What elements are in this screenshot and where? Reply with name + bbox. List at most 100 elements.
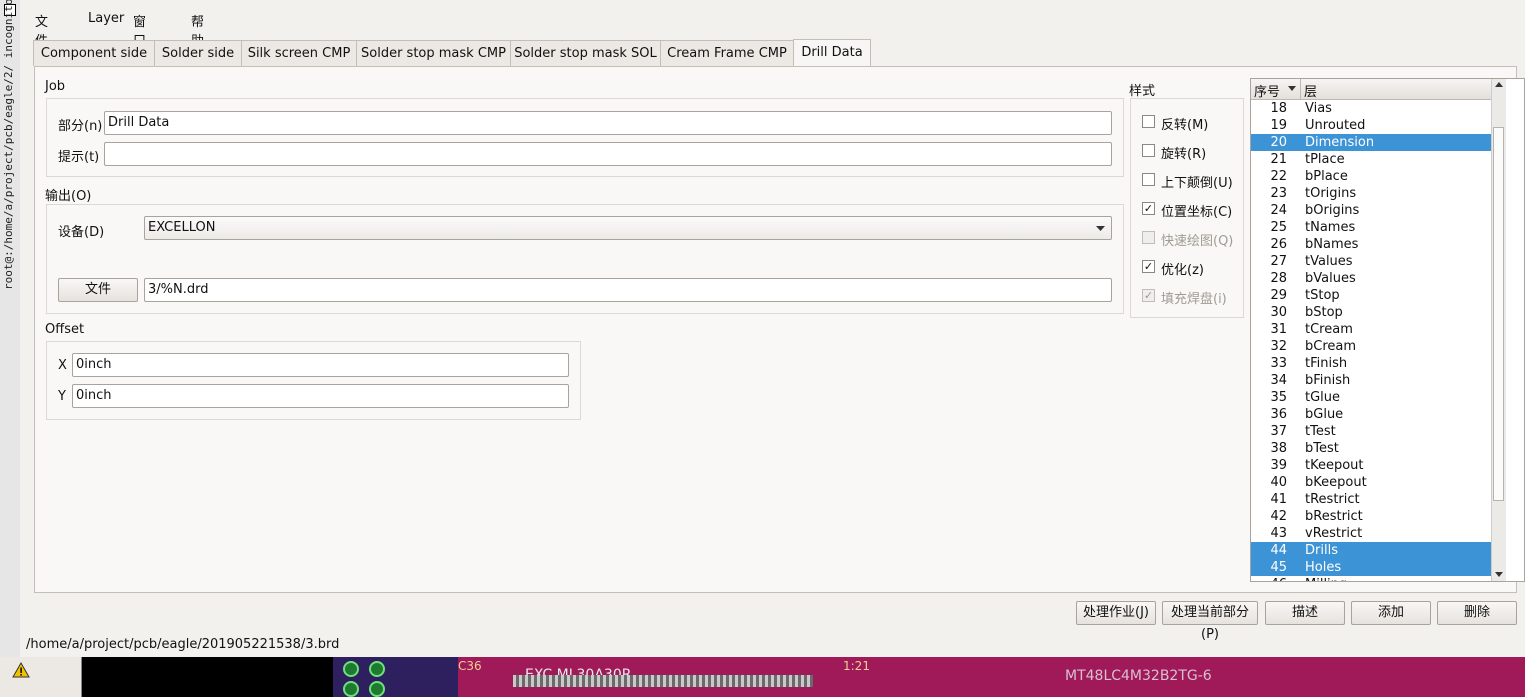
layer-name: tFinish: [1305, 356, 1348, 371]
tab-solder-stop-mask-sol[interactable]: Solder stop mask SOL: [510, 40, 661, 66]
scroll-thumb[interactable]: [1493, 127, 1504, 501]
tab-solder-side[interactable]: Solder side: [154, 40, 242, 66]
layer-name: tCream: [1305, 322, 1353, 337]
fill-pads-checkbox: ✓: [1142, 289, 1155, 302]
scroll-up-icon[interactable]: [1495, 82, 1503, 88]
layer-name: bFinish: [1305, 373, 1351, 388]
layer-row[interactable]: 45 Holes: [1251, 559, 1491, 576]
layer-name: vRestrict: [1305, 526, 1363, 541]
scroll-down-icon[interactable]: [1495, 572, 1503, 578]
layer-number: 33: [1270, 356, 1287, 371]
pcb-label-c36: C36: [458, 659, 482, 673]
pcb-pad: [369, 681, 385, 697]
process-job-button[interactable]: 处理作业(J): [1076, 601, 1156, 625]
job-group: 部分(n) Drill Data 提示(t): [46, 98, 1124, 177]
offset-y-label: Y: [58, 389, 66, 404]
delete-button[interactable]: 删除: [1437, 601, 1517, 625]
file-button[interactable]: 文件: [58, 278, 138, 302]
upside-down-checkbox[interactable]: [1142, 173, 1155, 186]
hint-input[interactable]: [104, 142, 1112, 166]
tab-silk-screen-cmp[interactable]: Silk screen CMP: [241, 40, 357, 66]
layer-number: 22: [1270, 169, 1287, 184]
file-path-input[interactable]: 3/%N.drd: [144, 278, 1112, 302]
layer-number: 31: [1270, 322, 1287, 337]
layer-row[interactable]: 19 Unrouted: [1251, 117, 1491, 134]
layer-name: bValues: [1305, 271, 1356, 286]
warning-icon[interactable]: [12, 662, 30, 678]
layer-row[interactable]: 46 Milling: [1251, 576, 1491, 581]
layer-row[interactable]: 43 vRestrict: [1251, 525, 1491, 542]
layer-row[interactable]: 22 bPlace: [1251, 168, 1491, 185]
layer-row[interactable]: 35 tGlue: [1251, 389, 1491, 406]
process-section-button[interactable]: 处理当前部分(P): [1162, 601, 1258, 642]
layer-row[interactable]: 42 bRestrict: [1251, 508, 1491, 525]
device-select[interactable]: EXCELLON: [144, 216, 1112, 240]
tab-drill-data[interactable]: Drill Data: [793, 39, 871, 67]
layer-row[interactable]: 39 tKeepout: [1251, 457, 1491, 474]
layer-row[interactable]: 30 bStop: [1251, 304, 1491, 321]
layer-name: tGlue: [1305, 390, 1341, 405]
section-input[interactable]: Drill Data: [104, 111, 1112, 135]
quick-plot-checkbox: [1142, 231, 1155, 244]
layer-number: 40: [1270, 475, 1287, 490]
layer-row[interactable]: 29 tStop: [1251, 287, 1491, 304]
layer-row[interactable]: 27 tValues: [1251, 253, 1491, 270]
layer-number: 21: [1270, 152, 1287, 167]
style-group: 反转(M) 旋转(R) 上下颠倒(U) ✓ 位置坐标(C) 快速绘图(Q) ✓ …: [1130, 98, 1244, 318]
layer-row[interactable]: 20 Dimension: [1251, 134, 1491, 151]
layer-row[interactable]: 21 tPlace: [1251, 151, 1491, 168]
column-layer-header[interactable]: 层: [1304, 81, 1317, 100]
optimize-checkbox[interactable]: ✓: [1142, 260, 1155, 273]
layer-row[interactable]: 38 bTest: [1251, 440, 1491, 457]
layer-number: 38: [1270, 441, 1287, 456]
layer-number: 28: [1270, 271, 1287, 286]
layer-row[interactable]: 28 bValues: [1251, 270, 1491, 287]
layer-name: bStop: [1305, 305, 1343, 320]
layer-row[interactable]: 40 bKeepout: [1251, 474, 1491, 491]
layer-row[interactable]: 37 tTest: [1251, 423, 1491, 440]
add-button[interactable]: 添加: [1351, 601, 1431, 625]
layer-row[interactable]: 33 tFinish: [1251, 355, 1491, 372]
layer-name: bPlace: [1305, 169, 1348, 184]
describe-button[interactable]: 描述: [1265, 601, 1345, 625]
layer-row[interactable]: 23 tOrigins: [1251, 185, 1491, 202]
layer-row[interactable]: 36 bGlue: [1251, 406, 1491, 423]
column-number-header[interactable]: 序号: [1254, 81, 1280, 100]
layer-row[interactable]: 31 tCream: [1251, 321, 1491, 338]
layer-name: bTest: [1305, 441, 1339, 456]
invert-checkbox[interactable]: [1142, 115, 1155, 128]
layer-row[interactable]: 24 bOrigins: [1251, 202, 1491, 219]
pos-coord-checkbox[interactable]: ✓: [1142, 202, 1155, 215]
layer-row[interactable]: 34 bFinish: [1251, 372, 1491, 389]
layer-name: tNames: [1305, 220, 1356, 235]
offset-y-input[interactable]: 0inch: [72, 384, 569, 408]
device-value: EXCELLON: [148, 220, 216, 235]
layer-number: 44: [1270, 543, 1287, 558]
pcb-label-121: 1:21: [843, 659, 870, 673]
layer-list-scrollbar[interactable]: [1491, 79, 1506, 581]
tab-component-side[interactable]: Component side: [33, 40, 155, 66]
layer-number: 42: [1270, 509, 1287, 524]
menu-layer[interactable]: Layer: [88, 11, 124, 26]
tab-solder-stop-mask-cmp[interactable]: Solder stop mask CMP: [356, 40, 511, 66]
layer-number: 23: [1270, 186, 1287, 201]
tab-cream-frame-cmp[interactable]: Cream Frame CMP: [660, 40, 794, 66]
layer-name: tStop: [1305, 288, 1340, 303]
layer-number: 45: [1270, 560, 1287, 575]
layer-list[interactable]: 序号 层 18 Vias 19 Unrouted 20 Dimension 21 tPlace…: [1250, 78, 1525, 582]
chevron-down-icon: [1096, 226, 1105, 231]
layer-row[interactable]: 41 tRestrict: [1251, 491, 1491, 508]
rotate-checkbox[interactable]: [1142, 144, 1155, 157]
layer-row[interactable]: 18 Vias: [1251, 100, 1491, 117]
layer-number: 20: [1270, 135, 1287, 150]
layer-row[interactable]: 32 bCream: [1251, 338, 1491, 355]
layer-name: tOrigins: [1305, 186, 1357, 201]
layer-row[interactable]: 26 bNames: [1251, 236, 1491, 253]
layer-row[interactable]: 25 tNames: [1251, 219, 1491, 236]
layer-row[interactable]: 44 Drills: [1251, 542, 1491, 559]
layer-name: bOrigins: [1305, 203, 1360, 218]
output-group: 设备(D) EXCELLON 文件 3/%N.drd: [46, 204, 1124, 314]
layer-name: Vias: [1305, 101, 1332, 116]
offset-x-input[interactable]: 0inch: [72, 353, 569, 377]
quick-plot-label: 快速绘图(Q): [1161, 234, 1234, 249]
